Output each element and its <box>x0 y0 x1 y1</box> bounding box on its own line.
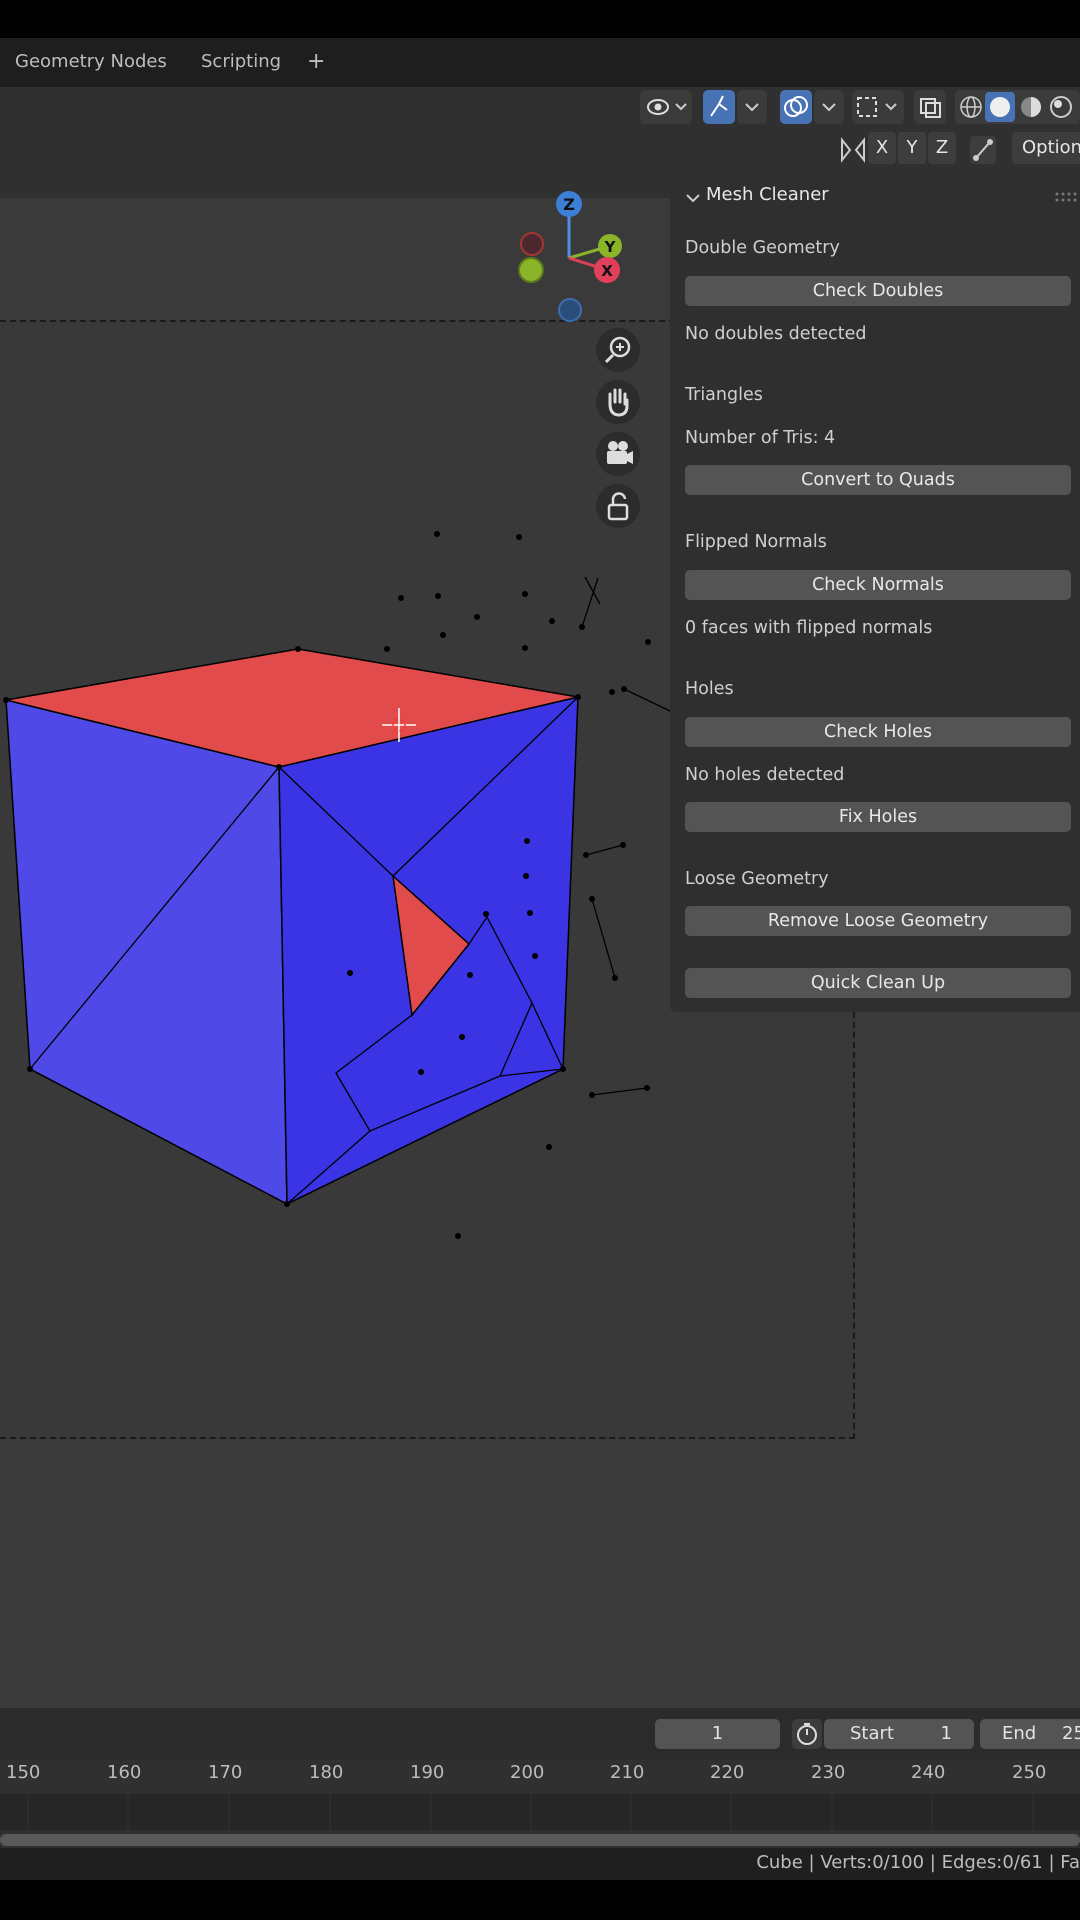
check-holes-button[interactable]: Check Holes <box>685 717 1071 747</box>
frame-tick: 230 <box>811 1762 846 1783</box>
frame-tick: 160 <box>107 1762 142 1783</box>
end-frame-field[interactable]: End 25 <box>980 1719 1080 1749</box>
zoom-icon <box>604 336 631 364</box>
timeline-scrollbar[interactable] <box>0 1834 1080 1846</box>
start-frame-field[interactable]: Start 1 <box>824 1719 974 1749</box>
frame-tick: 210 <box>610 1762 645 1783</box>
remove-loose-geometry-button[interactable]: Remove Loose Geometry <box>685 906 1071 936</box>
start-value: 1 <box>940 1723 952 1744</box>
camera-view-button[interactable] <box>596 432 640 476</box>
holes-status: No holes detected <box>685 765 845 785</box>
fix-holes-button[interactable]: Fix Holes <box>685 802 1071 832</box>
camera-icon <box>607 441 633 464</box>
pan-button[interactable] <box>596 380 640 424</box>
frame-tick: 240 <box>911 1762 946 1783</box>
frame-tick: 180 <box>309 1762 344 1783</box>
gizmo-y-label: Y <box>604 238 617 256</box>
start-label: Start <box>850 1723 894 1744</box>
end-value: 25 <box>1062 1723 1080 1744</box>
hand-icon <box>608 388 629 417</box>
check-normals-button[interactable]: Check Normals <box>685 570 1071 600</box>
chevron-down-icon[interactable] <box>683 188 703 208</box>
lock-icon <box>607 492 629 521</box>
auto-keying-button[interactable] <box>792 1719 822 1749</box>
flipped-normals-heading: Flipped Normals <box>685 532 827 552</box>
lock-view-button[interactable] <box>596 484 640 528</box>
zoom-button[interactable] <box>596 328 640 372</box>
navigation-gizmo[interactable]: Z Y X <box>510 188 630 328</box>
cube-mesh[interactable] <box>3 531 671 1239</box>
triangles-heading: Triangles <box>685 385 763 405</box>
stopwatch-icon <box>797 1723 817 1745</box>
frame-track[interactable] <box>0 1794 1080 1830</box>
panel-title[interactable]: Mesh Cleaner <box>706 184 829 205</box>
frame-tick: 220 <box>710 1762 745 1783</box>
holes-heading: Holes <box>685 679 734 699</box>
check-doubles-button[interactable]: Check Doubles <box>685 276 1071 306</box>
convert-to-quads-button[interactable]: Convert to Quads <box>685 465 1071 495</box>
frame-tick: 150 <box>6 1762 41 1783</box>
frame-tick: 190 <box>410 1762 445 1783</box>
gizmo-z-label: Z <box>563 195 575 214</box>
normals-status: 0 faces with flipped normals <box>685 618 933 638</box>
quick-clean-up-button[interactable]: Quick Clean Up <box>685 968 1071 998</box>
current-frame-field[interactable]: 1 <box>655 1719 780 1749</box>
drag-handle-icon[interactable] <box>1054 190 1078 204</box>
end-label: End <box>1002 1723 1037 1744</box>
frame-tick: 170 <box>208 1762 243 1783</box>
gizmo-x-label: X <box>601 262 613 280</box>
scene-statistics: Cube | Verts:0/100 | Edges:0/61 | Fa <box>756 1852 1080 1873</box>
loose-geometry-heading: Loose Geometry <box>685 869 829 889</box>
double-geometry-heading: Double Geometry <box>685 238 840 258</box>
doubles-status: No doubles detected <box>685 324 867 344</box>
frame-tick: 250 <box>1012 1762 1047 1783</box>
tris-count: Number of Tris: 4 <box>685 428 836 448</box>
frame-tick: 200 <box>510 1762 545 1783</box>
